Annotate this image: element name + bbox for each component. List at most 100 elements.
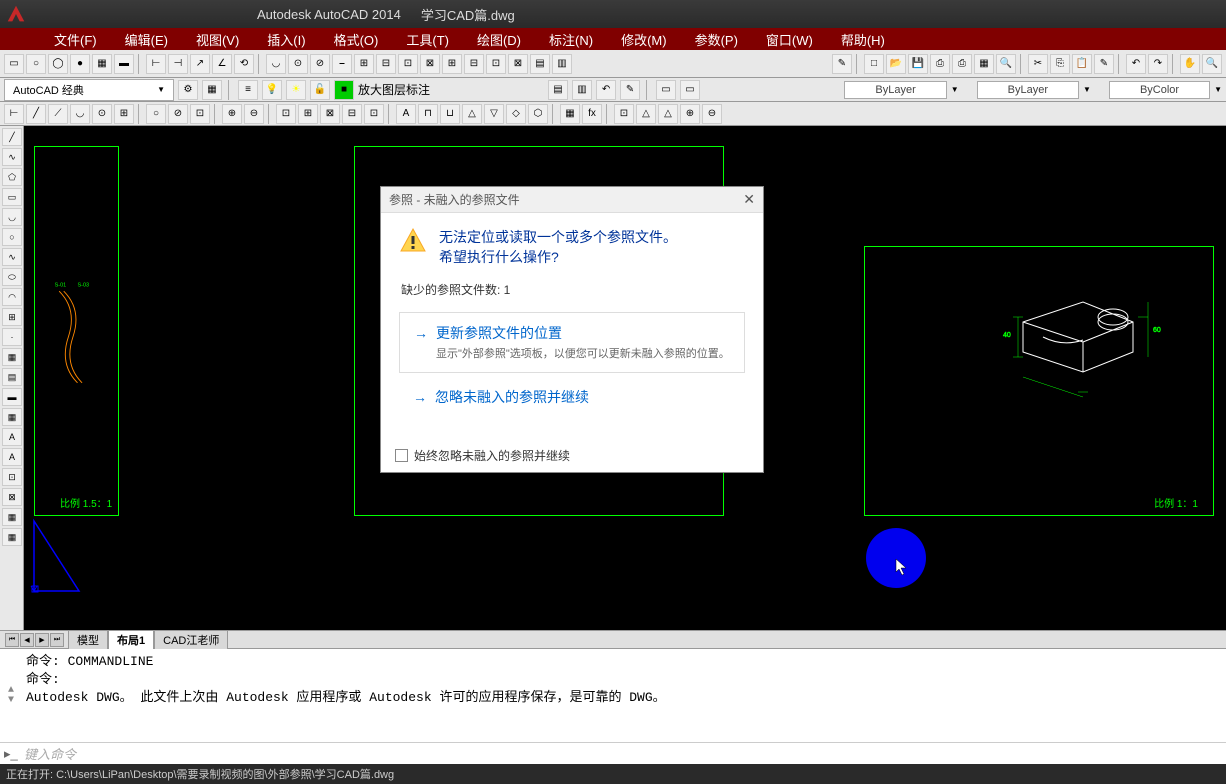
ex-2-icon[interactable]: △ [636,104,656,124]
snap-e-icon[interactable]: ⊙ [92,104,112,124]
tab-prev-icon[interactable]: ◀ [20,633,34,647]
tool-copy-icon[interactable]: ⎘ [1050,54,1070,74]
tab-last-icon[interactable]: ⏭ [50,633,64,647]
ex-1-icon[interactable]: ⊡ [614,104,634,124]
tool-new-icon[interactable]: □ [864,54,884,74]
draw-table-icon[interactable]: ▦ [2,408,22,426]
layer-props-icon[interactable]: ≡ [238,80,258,100]
osnap-1-icon[interactable]: ⊡ [276,104,296,124]
tool-dim-c-icon[interactable]: ⊟ [376,54,396,74]
draw-circle-icon[interactable]: ○ [2,228,22,246]
chevron-down-icon[interactable]: ▼ [951,85,959,94]
tool-dim-h-icon[interactable]: ⊡ [486,54,506,74]
osnap-4-icon[interactable]: ⊟ [342,104,362,124]
menu-help[interactable]: 帮助(H) [827,30,899,49]
layer-b-icon[interactable]: ▭ [680,80,700,100]
snap-b-icon[interactable]: ╱ [26,104,46,124]
layer-state-icon[interactable]: ▤ [548,80,568,100]
linetype-dropdown[interactable]: ByLayer [977,81,1079,99]
tool-paint-icon[interactable]: ✎ [832,54,852,74]
mod-2-icon[interactable]: ⊓ [418,104,438,124]
osnap-3-icon[interactable]: ⊠ [320,104,340,124]
tool-plot-icon[interactable]: ▦ [974,54,994,74]
viewport-1[interactable]: S-01 S-03 比例 1.5：1 [34,146,119,516]
cmd-expand-icon[interactable]: ▲▼ [8,653,26,738]
tab-layout1[interactable]: 布局1 [108,630,154,649]
layer-a-icon[interactable]: ▭ [656,80,676,100]
tool-dim-a-icon[interactable]: ⎯ [332,54,352,74]
draw-extra1-icon[interactable]: ⊡ [2,468,22,486]
snap-k-icon[interactable]: ⊖ [244,104,264,124]
tool-print-icon[interactable]: ⎙ [952,54,972,74]
tool-preview-icon[interactable]: 🔍 [996,54,1016,74]
tool-dim-k-icon[interactable]: ▥ [552,54,572,74]
tool-dim-f-icon[interactable]: ⊞ [442,54,462,74]
snap-d-icon[interactable]: ◡ [70,104,90,124]
tool-paste-icon[interactable]: 📋 [1072,54,1092,74]
draw-line-icon[interactable]: ╱ [2,128,22,146]
snap-h-icon[interactable]: ⊘ [168,104,188,124]
lineweight-dropdown[interactable]: ByColor [1109,81,1210,99]
draw-point-icon[interactable]: · [2,328,22,346]
tool-radius-icon[interactable]: ⊙ [288,54,308,74]
tool-open-icon[interactable]: 📂 [886,54,906,74]
snap-g-icon[interactable]: ○ [146,104,166,124]
draw-hatch-icon[interactable]: ▦ [2,348,22,366]
tool-diameter-icon[interactable]: ⊘ [310,54,330,74]
viewport-3[interactable]: 40 60 比例 1：1 [864,246,1214,516]
fx-icon[interactable]: fx [582,104,602,124]
tool-arc-icon[interactable]: ◡ [266,54,286,74]
layer-color-icon[interactable]: ■ [334,80,354,100]
draw-mtext-icon[interactable]: A [2,448,22,466]
layer-light-icon[interactable]: 💡 [262,80,282,100]
snap-i-icon[interactable]: ⊡ [190,104,210,124]
menu-format[interactable]: 格式(O) [320,30,393,49]
layer-sun-icon[interactable]: ☀ [286,80,306,100]
tab-next-icon[interactable]: ▶ [35,633,49,647]
tool-dim-b-icon[interactable]: ⊞ [354,54,374,74]
snap-f-icon[interactable]: ⊞ [114,104,134,124]
chevron-down-icon[interactable]: ▼ [1214,85,1222,94]
tool-save-icon[interactable]: 💾 [908,54,928,74]
layer-lock-icon[interactable]: 🔓 [310,80,330,100]
tool-cut-icon[interactable]: ✂ [1028,54,1048,74]
tool-dim-i-icon[interactable]: ⊠ [508,54,528,74]
mod-7-icon[interactable]: ⬡ [528,104,548,124]
draw-polyline-icon[interactable]: ∿ [2,148,22,166]
ws-gear-icon[interactable]: ⚙ [178,80,198,100]
layer-match-icon[interactable]: ✎ [620,80,640,100]
menu-file[interactable]: 文件(F) [40,30,111,49]
ws-btn-icon[interactable]: ▦ [202,80,222,100]
tool-dim4-icon[interactable]: ∠ [212,54,232,74]
tool-circle2-icon[interactable]: ◯ [48,54,68,74]
menu-draw[interactable]: 绘图(D) [463,30,535,49]
tool-dim-j-icon[interactable]: ▤ [530,54,550,74]
draw-arc-icon[interactable]: ◡ [2,208,22,226]
draw-extra3-icon[interactable]: ▦ [2,508,22,526]
tool-circle-icon[interactable]: ○ [26,54,46,74]
command-input[interactable]: 键入命令 [24,744,76,763]
tool-dim2-icon[interactable]: ⊣ [168,54,188,74]
tool-saveas-icon[interactable]: ⎙ [930,54,950,74]
menu-parametric[interactable]: 参数(P) [681,30,752,49]
draw-grad-icon[interactable]: ▤ [2,368,22,386]
menu-window[interactable]: 窗口(W) [752,30,827,49]
tool-rectangle-icon[interactable]: ▭ [4,54,24,74]
workspace-dropdown[interactable]: AutoCAD 经典 ▼ [4,79,174,101]
draw-ellipse-icon[interactable]: ⬭ [2,268,22,286]
osnap-5-icon[interactable]: ⊡ [364,104,384,124]
ex-5-icon[interactable]: ⊖ [702,104,722,124]
mod-1-icon[interactable]: A [396,104,416,124]
tool-dim1-icon[interactable]: ⊢ [146,54,166,74]
tool-redo-icon[interactable]: ↷ [1148,54,1168,74]
layer-prev-icon[interactable]: ↶ [596,80,616,100]
dialog-option-update[interactable]: → 更新参照文件的位置 显示"外部参照"选项板，以便您可以更新未融入参照的位置。 [399,312,745,373]
menu-edit[interactable]: 编辑(E) [111,30,182,49]
tool-dim-e-icon[interactable]: ⊠ [420,54,440,74]
menu-tools[interactable]: 工具(T) [392,30,463,49]
color-dropdown[interactable]: ByLayer [844,81,946,99]
draw-extra2-icon[interactable]: ⊠ [2,488,22,506]
tool-match-icon[interactable]: ✎ [1094,54,1114,74]
draw-text-icon[interactable]: A [2,428,22,446]
tool-dim5-icon[interactable]: ⟲ [234,54,254,74]
